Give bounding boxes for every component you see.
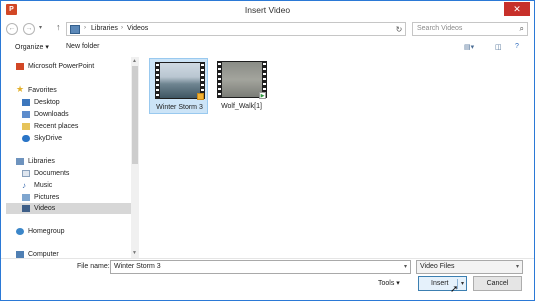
file-name-label: File name: xyxy=(77,263,110,270)
new-folder-button[interactable]: New folder xyxy=(66,43,99,50)
insert-label: Insert xyxy=(431,280,449,287)
sidebar-item-microsoft-powerpoint[interactable]: Microsoft PowerPoint xyxy=(6,61,131,72)
chevron-down-icon: ▾ xyxy=(396,280,400,287)
scroll-down-icon[interactable]: ▼ xyxy=(132,250,137,256)
file-name-value: Winter Storm 3 xyxy=(114,263,161,270)
chevron-down-icon: ▾ xyxy=(515,264,519,270)
back-button[interactable]: ← xyxy=(6,23,18,35)
scroll-up-icon[interactable]: ▲ xyxy=(132,58,137,64)
insert-button[interactable]: Insert ▾ xyxy=(418,276,467,291)
libraries-icon xyxy=(70,25,80,34)
cancel-button[interactable]: Cancel xyxy=(473,276,522,291)
breadcrumb-libraries[interactable]: Libraries xyxy=(91,25,118,32)
sidebar-item-music[interactable]: ♪ Music xyxy=(6,180,131,191)
pictures-icon xyxy=(22,194,30,201)
tools-label: Tools xyxy=(378,280,395,287)
sidebar-item-libraries[interactable]: Libraries xyxy=(6,156,131,167)
recent-locations-button[interactable]: ▾ xyxy=(39,24,42,31)
sidebar-item-label: Downloads xyxy=(34,111,69,118)
sidebar-item-label: Documents xyxy=(34,170,70,177)
tools-button[interactable]: Tools ▾ xyxy=(378,279,400,287)
documents-icon xyxy=(22,170,30,177)
file-type-select[interactable]: Video Files ▾ xyxy=(416,260,523,274)
recent-places-icon xyxy=(22,123,30,130)
sidebar-item-downloads[interactable]: Downloads xyxy=(6,109,131,120)
insert-options-dropdown-icon[interactable]: ▾ xyxy=(461,280,464,287)
film-strip-holes xyxy=(218,63,221,96)
breadcrumb-separator: › xyxy=(84,25,86,31)
sidebar-item-label: Libraries xyxy=(28,158,55,165)
close-button[interactable]: ✕ xyxy=(504,2,530,16)
search-input[interactable]: Search Videos ⌕ xyxy=(412,22,528,36)
forward-arrow-icon: → xyxy=(25,25,33,32)
breadcrumb-videos[interactable]: Videos xyxy=(127,25,148,32)
search-icon[interactable]: ⌕ xyxy=(520,24,524,34)
sidebar-item-label: Favorites xyxy=(28,87,57,94)
scrollbar-thumb[interactable] xyxy=(132,66,138,164)
up-arrow-icon: ↑ xyxy=(56,22,61,32)
title-bar: P Insert Video ✕ xyxy=(1,1,534,19)
help-icon[interactable]: ? xyxy=(515,43,519,50)
file-name-label: Winter Storm 3 xyxy=(156,104,203,111)
sidebar-item-label: SkyDrive xyxy=(34,135,63,142)
refresh-icon: ↻ xyxy=(395,25,403,34)
libraries-icon xyxy=(16,158,24,165)
dialog-title: Insert Video xyxy=(244,5,291,15)
organize-button[interactable]: Organize ▾ xyxy=(15,43,49,51)
back-arrow-icon: ← xyxy=(8,25,16,32)
sidebar-item-skydrive[interactable]: SkyDrive xyxy=(6,133,131,144)
sidebar-item-label: Homegroup xyxy=(28,228,65,235)
mouse-pointer-icon: ➚ xyxy=(450,284,459,295)
sidebar-item-videos[interactable]: Videos xyxy=(6,203,131,214)
homegroup-icon xyxy=(16,228,24,235)
file-item-wolf-walk[interactable]: ▶ Wolf_Walk[1] xyxy=(212,58,271,114)
breadcrumb-separator: › xyxy=(121,25,123,31)
sidebar-item-label: Pictures xyxy=(34,194,60,201)
film-strip-holes xyxy=(156,64,159,97)
divider xyxy=(1,258,534,259)
refresh-button[interactable]: ↻ xyxy=(393,22,406,36)
music-icon: ♪ xyxy=(22,181,26,190)
chevron-down-icon[interactable]: ▾ xyxy=(404,263,407,270)
command-toolbar: Organize ▾ New folder ▤▾ ◫ ? xyxy=(1,41,534,54)
sidebar-item-label: Recent places xyxy=(34,123,79,130)
address-row: ← → ▾ ↑ › Libraries › Videos ▾ ↻ Search … xyxy=(1,19,534,39)
desktop-icon xyxy=(22,99,30,106)
star-icon: ★ xyxy=(16,84,25,94)
downloads-icon xyxy=(22,111,30,118)
powerpoint-icon xyxy=(16,63,24,70)
forward-button[interactable]: → xyxy=(23,23,35,35)
media-badge-icon: ▶ xyxy=(259,92,266,99)
sidebar-item-pictures[interactable]: Pictures xyxy=(6,192,131,203)
preview-pane-icon[interactable]: ◫ xyxy=(495,43,502,51)
sidebar-item-label: Desktop xyxy=(34,99,60,106)
navigation-pane: Microsoft PowerPoint ★ Favorites Desktop… xyxy=(6,57,139,260)
sidebar-item-label: Videos xyxy=(34,205,56,212)
sidebar-item-documents[interactable]: Documents xyxy=(6,168,131,179)
search-placeholder: Search Videos xyxy=(417,25,463,32)
videos-icon xyxy=(22,205,30,212)
computer-icon xyxy=(16,251,24,258)
file-item-winter-storm-3[interactable]: Winter Storm 3 xyxy=(149,58,208,114)
file-name-label: Wolf_Walk[1] xyxy=(221,103,262,110)
sidebar-item-recent-places[interactable]: Recent places xyxy=(6,121,131,132)
wolf-walk-thumbnail-image xyxy=(222,62,262,97)
winter-storm-thumbnail-image xyxy=(160,63,200,98)
cloud-icon xyxy=(22,135,30,142)
sidebar-item-label: Microsoft PowerPoint xyxy=(28,63,95,70)
address-bar[interactable]: › Libraries › Videos ▾ xyxy=(66,22,404,36)
sidebar-item-favorites[interactable]: ★ Favorites xyxy=(6,84,131,96)
file-name-input[interactable]: Winter Storm 3 ▾ xyxy=(110,260,411,274)
insert-video-dialog: P Insert Video ✕ ← → ▾ ↑ › Libraries › V… xyxy=(0,0,535,301)
media-badge-icon xyxy=(197,93,204,100)
up-button[interactable]: ↑ xyxy=(56,22,61,32)
file-type-value: Video Files xyxy=(420,263,455,270)
view-options-icon[interactable]: ▤▾ xyxy=(464,43,474,51)
file-list: Winter Storm 3 ▶ Wolf_Walk[1] xyxy=(141,57,531,257)
sidebar-item-homegroup[interactable]: Homegroup xyxy=(6,226,131,237)
sidebar-item-label: Music xyxy=(34,182,53,189)
sidebar-item-desktop[interactable]: Desktop xyxy=(6,97,131,108)
